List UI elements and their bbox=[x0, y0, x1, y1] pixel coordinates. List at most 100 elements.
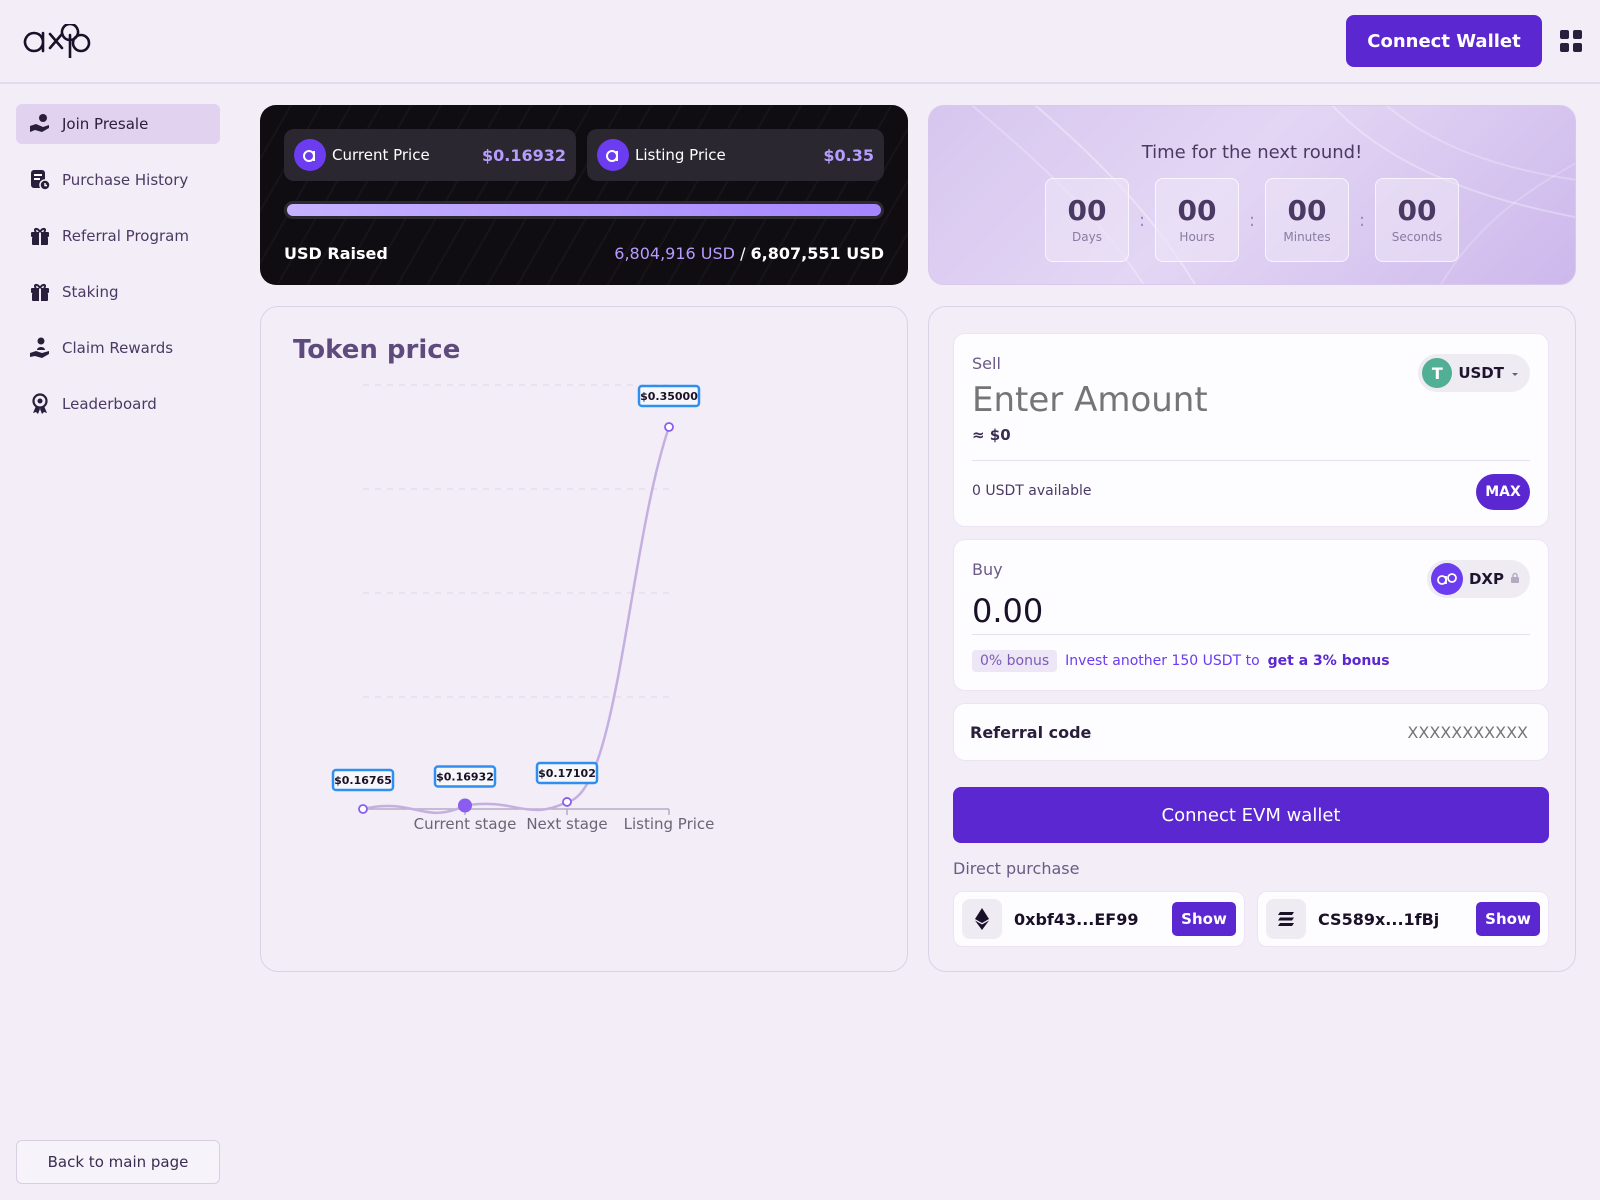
dxp-coin-icon bbox=[1430, 563, 1463, 595]
dxp-logo-mark bbox=[23, 24, 91, 58]
x-tick-label: Current stage bbox=[414, 815, 517, 833]
connect-wallet-button[interactable]: Connect Wallet bbox=[1346, 15, 1542, 67]
available-balance: 0 USDT available bbox=[972, 483, 1092, 499]
days-box: 00 Days bbox=[1045, 178, 1129, 262]
sidebar-item-referral-program[interactable]: Referral Program bbox=[16, 216, 220, 256]
sidebar-nav: Join Presale Purchase History Referral P… bbox=[16, 104, 220, 440]
data-point bbox=[358, 804, 368, 814]
data-point bbox=[562, 797, 572, 807]
current-price-pill: Current Price $0.16932 bbox=[284, 129, 576, 181]
usd-raised-label: USD Raised bbox=[284, 244, 388, 263]
minutes-value: 00 bbox=[1287, 193, 1327, 227]
sell-label: Sell bbox=[972, 354, 1001, 373]
listing-price-pill: Listing Price $0.35 bbox=[587, 129, 884, 181]
show-sol-address-button[interactable]: Show bbox=[1476, 902, 1540, 936]
gift-icon bbox=[28, 280, 52, 304]
price-card: Current Price $0.16932 Listing Price $0.… bbox=[260, 105, 908, 285]
sell-token-symbol: USDT bbox=[1458, 364, 1504, 382]
referral-label: Referral code bbox=[970, 722, 1092, 742]
sol-address-box: CS589x...1fBj Show bbox=[1257, 891, 1549, 947]
sell-amount-input[interactable] bbox=[972, 380, 1392, 420]
sol-address: CS589x...1fBj bbox=[1318, 909, 1440, 929]
data-label: $0.16932 bbox=[436, 771, 494, 784]
sidebar-item-label: Purchase History bbox=[62, 171, 189, 189]
apps-grid-icon[interactable] bbox=[1560, 30, 1582, 52]
sidebar-item-label: Join Presale bbox=[62, 115, 149, 133]
sidebar-item-purchase-history[interactable]: Purchase History bbox=[16, 160, 220, 200]
timer-separator: : bbox=[1138, 209, 1146, 231]
listing-price-label: Listing Price bbox=[635, 146, 726, 164]
buy-amount: 0.00 bbox=[972, 592, 1044, 630]
referral-code-input[interactable] bbox=[1328, 722, 1528, 742]
bonus-row: 0% bonus Invest another 150 USDT to get … bbox=[972, 650, 1390, 672]
data-label: $0.17102 bbox=[538, 767, 596, 780]
x-tick-label: Next stage bbox=[526, 815, 607, 833]
sidebar-item-label: Staking bbox=[62, 283, 119, 301]
swap-card: Sell ≈ $0 T USDT 0 USDT available MAX Bu… bbox=[928, 306, 1576, 972]
usd-raised-values: 6,804,916 USD / 6,807,551 USD bbox=[614, 244, 884, 263]
dxp-logo[interactable] bbox=[18, 24, 104, 58]
timer-separator: : bbox=[1358, 209, 1366, 231]
data-label: $0.16765 bbox=[334, 774, 392, 787]
gift-icon bbox=[28, 224, 52, 248]
sidebar-item-label: Referral Program bbox=[62, 227, 189, 245]
hand-coin-icon bbox=[28, 112, 52, 136]
raised-current: 6,804,916 USD bbox=[614, 244, 735, 263]
data-point bbox=[664, 422, 674, 432]
raised-separator: / bbox=[740, 244, 746, 263]
seconds-value: 00 bbox=[1397, 193, 1437, 227]
seconds-box: 00 Seconds bbox=[1375, 178, 1459, 262]
show-eth-address-button[interactable]: Show bbox=[1172, 902, 1236, 936]
dxp-coin-icon bbox=[294, 139, 326, 171]
eth-address: 0xbf43...EF99 bbox=[1014, 909, 1139, 929]
listing-price-value: $0.35 bbox=[823, 145, 874, 165]
minutes-label: Minutes bbox=[1283, 230, 1331, 245]
current-price-label: Current Price bbox=[332, 146, 430, 164]
days-value: 00 bbox=[1067, 193, 1107, 227]
direct-purchase-label: Direct purchase bbox=[953, 859, 1080, 878]
days-label: Days bbox=[1072, 230, 1102, 245]
sidebar-item-join-presale[interactable]: Join Presale bbox=[16, 104, 220, 144]
sell-usd-estimate: ≈ $0 bbox=[972, 426, 1011, 444]
series-line bbox=[362, 426, 671, 815]
hours-value: 00 bbox=[1177, 193, 1217, 227]
presale-progress-bar bbox=[284, 201, 884, 219]
receipt-clock-icon bbox=[28, 168, 52, 192]
hours-box: 00 Hours bbox=[1155, 178, 1239, 262]
bonus-link[interactable]: get a 3% bonus bbox=[1268, 653, 1390, 669]
minutes-box: 00 Minutes bbox=[1265, 178, 1349, 262]
back-to-main-button[interactable]: Back to main page bbox=[16, 1140, 220, 1184]
eth-address-box: 0xbf43...EF99 Show bbox=[953, 891, 1245, 947]
award-badge-icon bbox=[28, 392, 52, 416]
solana-icon bbox=[1266, 899, 1306, 939]
sidebar-item-label: Leaderboard bbox=[62, 395, 157, 413]
sidebar-item-label: Claim Rewards bbox=[62, 339, 174, 357]
timer-separator: : bbox=[1248, 209, 1256, 231]
data-label: $0.35000 bbox=[640, 390, 698, 403]
sidebar-item-staking[interactable]: Staking bbox=[16, 272, 220, 312]
dxp-coin-icon bbox=[597, 139, 629, 171]
buy-panel: Buy 0.00 DXP 0% bonus Invest another 150… bbox=[953, 539, 1549, 691]
ethereum-icon bbox=[962, 899, 1002, 939]
bonus-text: Invest another 150 USDT to bbox=[1065, 653, 1260, 669]
token-price-chart: Current stage Next stage Listing Price $0.1… bbox=[331, 384, 714, 833]
tether-icon: T bbox=[1422, 358, 1453, 388]
presale-progress-fill bbox=[287, 204, 881, 216]
connect-evm-wallet-button[interactable]: Connect EVM wallet bbox=[953, 787, 1549, 843]
hours-label: Hours bbox=[1179, 230, 1215, 245]
max-button[interactable]: MAX bbox=[1476, 474, 1530, 510]
referral-panel: Referral code bbox=[953, 703, 1549, 761]
seconds-label: Seconds bbox=[1391, 230, 1443, 245]
sell-token-select[interactable]: T USDT bbox=[1418, 354, 1530, 392]
sidebar-item-claim-rewards[interactable]: Claim Rewards bbox=[16, 328, 220, 368]
sell-divider bbox=[972, 460, 1530, 461]
header-actions: Connect Wallet bbox=[1346, 15, 1582, 67]
data-point bbox=[458, 798, 472, 813]
top-header: Connect Wallet bbox=[0, 0, 1600, 84]
sell-panel: Sell ≈ $0 T USDT 0 USDT available MAX bbox=[953, 333, 1549, 527]
buy-divider bbox=[972, 634, 1530, 635]
sidebar-item-leaderboard[interactable]: Leaderboard bbox=[16, 384, 220, 424]
buy-label: Buy bbox=[972, 560, 1003, 579]
bonus-chip: 0% bonus bbox=[972, 650, 1058, 672]
countdown-timer: 00 Days : 00 Hours : 00 Minutes : 00 Sec… bbox=[929, 178, 1575, 262]
